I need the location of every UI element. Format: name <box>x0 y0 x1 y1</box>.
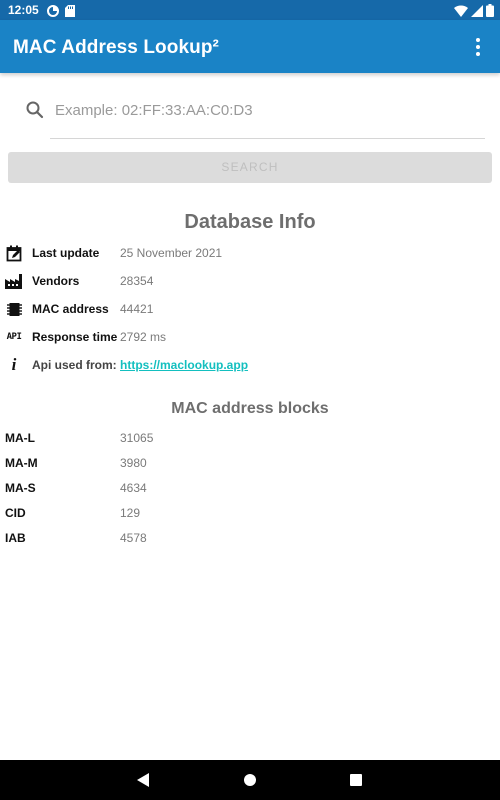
info-label: Response time <box>32 330 118 344</box>
home-icon[interactable] <box>244 774 256 786</box>
info-value: 25 November 2021 <box>120 246 223 260</box>
info-label: Last update <box>32 246 100 260</box>
navigation-bar <box>0 760 500 800</box>
block-label: CID <box>5 506 26 520</box>
search-icon <box>25 100 45 120</box>
info-icon: i <box>11 355 17 374</box>
chip-icon <box>5 300 23 318</box>
block-label: MA-L <box>5 431 35 445</box>
mac-blocks-title: MAC address blocks <box>171 400 329 417</box>
search-button[interactable]: SEARCH <box>8 152 492 183</box>
info-value: 44421 <box>120 302 154 316</box>
block-row-ma-m: MA-M 3980 <box>0 454 500 472</box>
api-icon: API <box>6 332 22 342</box>
block-value: 31065 <box>120 431 154 445</box>
app-title: MAC Address Lookup² <box>13 37 219 58</box>
info-value: 2792 ms <box>120 330 167 344</box>
block-value: 129 <box>120 506 141 520</box>
block-row-ma-l: MA-L 31065 <box>0 429 500 447</box>
info-row-last-update: Last update 25 November 2021 <box>0 242 500 264</box>
database-info-title: Database Info <box>184 211 316 233</box>
overflow-menu-icon[interactable] <box>468 37 488 57</box>
factory-icon <box>5 272 23 290</box>
api-source-label: Api used from: <box>32 358 121 372</box>
block-value: 4578 <box>120 531 147 545</box>
block-row-ma-s: MA-S 4634 <box>0 479 500 497</box>
block-label: MA-M <box>5 456 38 470</box>
recents-icon[interactable] <box>350 774 362 786</box>
info-row-api-source: i Api used from: https://maclookup.app <box>0 354 500 376</box>
status-bar: 12:05 <box>0 0 500 20</box>
info-label: MAC address <box>32 302 109 316</box>
search-underline <box>50 138 485 139</box>
calendar-edit-icon <box>5 244 23 262</box>
block-row-iab: IAB 4578 <box>0 529 500 547</box>
info-row-vendors: Vendors 28354 <box>0 270 500 292</box>
api-source-link[interactable]: https://maclookup.app <box>120 358 248 372</box>
info-value: 28354 <box>120 274 154 288</box>
info-label: Vendors <box>32 274 80 288</box>
info-row-response-time: API Response time 2792 ms <box>0 326 500 348</box>
block-label: MA-S <box>5 481 36 495</box>
status-time: 12:05 <box>8 3 39 17</box>
block-row-cid: CID 129 <box>0 504 500 522</box>
block-value: 3980 <box>120 456 147 470</box>
api-source-line: Api used from: https://maclookup.app <box>32 358 248 372</box>
block-value: 4634 <box>120 481 147 495</box>
search-input[interactable] <box>50 94 485 126</box>
app-bar: MAC Address Lookup² <box>0 20 500 73</box>
info-row-mac-address: MAC address 44421 <box>0 298 500 320</box>
block-label: IAB <box>5 531 26 545</box>
back-icon[interactable] <box>137 773 150 792</box>
